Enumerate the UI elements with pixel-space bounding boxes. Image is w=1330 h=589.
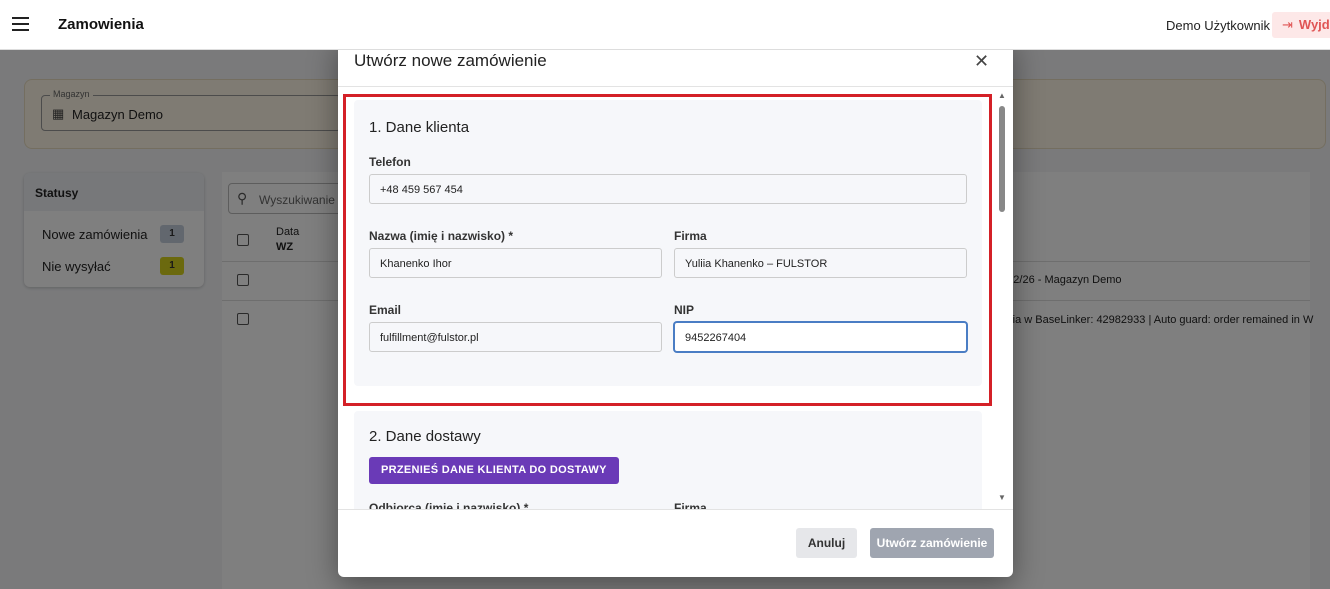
logout-label: Wyjdź [1298, 17, 1330, 32]
delivery-section: 2. Dane dostawy PRZENIEŚ DANE KLIENTA DO… [354, 411, 982, 509]
scroll-down-arrow-icon[interactable]: ▼ [998, 493, 1006, 502]
scroll-up-arrow-icon[interactable]: ▲ [998, 91, 1006, 100]
dialog-body: 1. Dane klienta Telefon +48 459 567 454 … [338, 87, 1013, 509]
page-title: Zamowienia [58, 16, 144, 33]
highlight-frame [343, 94, 992, 406]
dialog-title: Utwórz nowe zamówienie [354, 51, 547, 70]
logout-icon: ⇥ [1282, 17, 1293, 32]
close-icon[interactable]: ✕ [974, 51, 989, 72]
recipient-label: Odbiorca (imię i nazwisko) * [369, 501, 529, 509]
divider [338, 509, 1013, 510]
copy-customer-to-delivery-button[interactable]: PRZENIEŚ DANE KLIENTA DO DOSTAWY [369, 457, 619, 484]
user-name: Demo Użytkownik [1166, 18, 1271, 33]
delivery-section-title: 2. Dane dostawy [369, 428, 481, 445]
app-bar: Zamowienia Demo Użytkownik ⇥ Wyjdź [0, 0, 1330, 50]
create-order-dialog: Utwórz nowe zamówienie ✕ 1. Dane klienta… [338, 38, 1013, 577]
logout-button[interactable]: ⇥ Wyjdź [1272, 12, 1330, 38]
dialog-scrollbar[interactable]: ▲ ▼ [995, 87, 1009, 509]
scroll-thumb[interactable] [999, 106, 1005, 212]
cancel-button[interactable]: Anuluj [796, 528, 857, 558]
delivery-company-label: Firma [674, 501, 707, 509]
create-order-button[interactable]: Utwórz zamówienie [870, 528, 994, 558]
hamburger-menu-icon[interactable] [12, 17, 29, 31]
